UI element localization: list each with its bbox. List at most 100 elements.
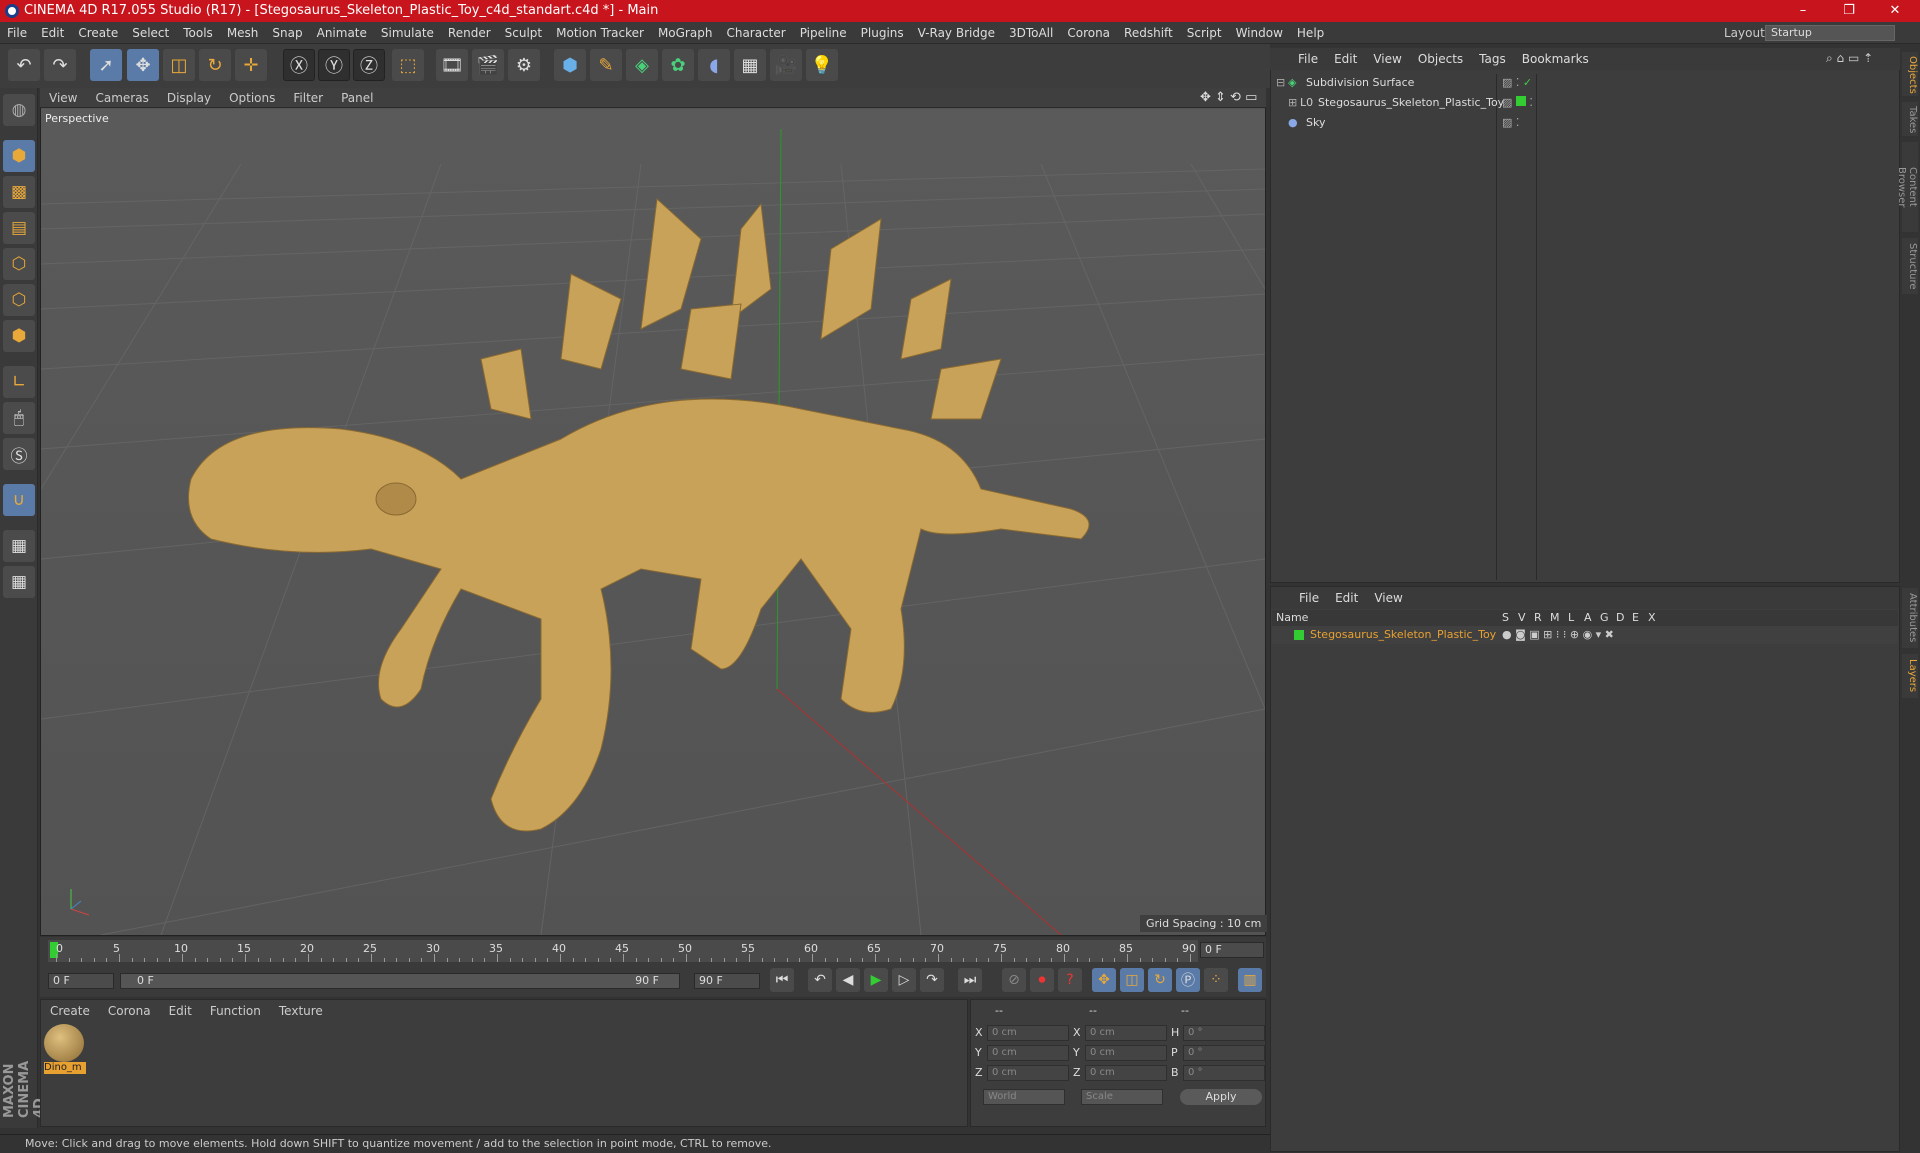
next-frame-icon[interactable]: ▷ <box>892 968 916 992</box>
layer-color-swatch[interactable] <box>1294 630 1304 640</box>
obj-menu-tags[interactable]: Tags <box>1471 48 1514 70</box>
tab-layers[interactable]: Layers <box>1902 654 1918 698</box>
menu-window[interactable]: Window <box>1229 22 1290 44</box>
collapse-icon[interactable]: ⊟ <box>1276 74 1285 92</box>
object-row[interactable]: ● Sky ▨ ⁚ <box>1272 114 1898 132</box>
make-editable-icon[interactable]: ◍ <box>3 94 35 126</box>
render-settings-icon[interactable]: ⚙ <box>508 49 540 81</box>
object-row[interactable]: ⊞ L0 Stegosaurus_Skeleton_Plastic_Toy ▨ … <box>1272 94 1898 112</box>
viewport-canvas[interactable] <box>41 109 1265 935</box>
timeline-window-icon[interactable]: ▥ <box>1238 968 1262 992</box>
rotation-b-field[interactable]: 0 ° <box>1183 1065 1265 1081</box>
next-key-icon[interactable]: ↷ <box>920 968 944 992</box>
frame-range-slider[interactable]: 0 F 90 F <box>120 973 680 989</box>
key-position-icon[interactable]: ✥ <box>1092 968 1116 992</box>
menu-vray-bridge[interactable]: V-Ray Bridge <box>911 22 1002 44</box>
object-row[interactable]: ⊟ ◈ Subdivision Surface ▨ ⁚ ✓ <box>1272 74 1898 92</box>
mat-menu-create[interactable]: Create <box>41 1000 99 1022</box>
light-icon[interactable]: 💡 <box>806 49 838 81</box>
menu-select[interactable]: Select <box>125 22 176 44</box>
position-z-field[interactable]: 0 cm <box>987 1065 1069 1081</box>
coordinate-system-icon[interactable]: ⬚ <box>392 49 424 81</box>
layer-menu-file[interactable]: File <box>1271 587 1327 609</box>
vp-menu-display[interactable]: Display <box>158 88 220 108</box>
size-x-field[interactable]: 0 cm <box>1085 1025 1167 1041</box>
layer-toggle-icons[interactable]: ● ◙ ▣ ⊞ ⁝ ⁝ ⊕ ◉ ▾ ✖ <box>1502 626 1614 644</box>
obj-menu-view[interactable]: View <box>1365 48 1409 70</box>
expand-icon[interactable]: ⊞ <box>1288 94 1297 112</box>
position-y-field[interactable]: 0 cm <box>987 1045 1069 1061</box>
render-view-icon[interactable]: 🎞 <box>436 49 468 81</box>
obj-menu-edit[interactable]: Edit <box>1326 48 1365 70</box>
timeline-ruler[interactable]: 0 5 10 15 20 25 30 35 40 45 50 55 60 65 … <box>48 940 1198 962</box>
visibility-toggle-icon[interactable]: ▨ ⁚ <box>1502 114 1519 132</box>
workplane-mode-icon[interactable]: ▤ <box>3 212 35 244</box>
previous-key-icon[interactable]: ↶ <box>808 968 832 992</box>
obj-menu-objects[interactable]: Objects <box>1410 48 1471 70</box>
redo-icon[interactable]: ↷ <box>44 49 76 81</box>
visibility-toggle-icon[interactable]: ▨ ⁚ <box>1502 94 1533 112</box>
layer-row[interactable]: Stegosaurus_Skeleton_Plastic_Toy ● ◙ ▣ ⊞… <box>1272 626 1898 644</box>
model-mode-icon[interactable]: ⬢ <box>3 140 35 172</box>
close-button[interactable]: ✕ <box>1872 0 1918 22</box>
layout-select[interactable]: Startup <box>1765 25 1895 41</box>
previous-frame-icon[interactable]: ◀ <box>836 968 860 992</box>
position-x-field[interactable]: 0 cm <box>987 1025 1069 1041</box>
undo-icon[interactable]: ↶ <box>8 49 40 81</box>
mat-menu-edit[interactable]: Edit <box>160 1000 201 1022</box>
motion-record-icon[interactable]: ⊘ <box>1002 968 1026 992</box>
layer-menu-edit[interactable]: Edit <box>1327 587 1366 609</box>
z-axis-lock-icon[interactable]: Ⓩ <box>353 49 385 81</box>
tab-attributes[interactable]: Attributes <box>1902 588 1918 648</box>
coordinate-space-select[interactable]: World <box>983 1089 1065 1105</box>
mat-menu-function[interactable]: Function <box>201 1000 270 1022</box>
vp-menu-panel[interactable]: Panel <box>332 88 382 108</box>
obj-menu-file[interactable]: File <box>1270 48 1326 70</box>
menu-edit[interactable]: Edit <box>34 22 71 44</box>
obj-menu-bookmarks[interactable]: Bookmarks <box>1514 48 1597 70</box>
menu-simulate[interactable]: Simulate <box>374 22 441 44</box>
tab-structure[interactable]: Structure <box>1902 238 1918 294</box>
key-param-icon[interactable]: Ⓟ <box>1176 968 1200 992</box>
grid-snap-icon[interactable]: ▦ <box>3 566 35 598</box>
deformer-icon[interactable]: ◖ <box>698 49 730 81</box>
key-rotation-icon[interactable]: ↻ <box>1148 968 1172 992</box>
record-active-icon[interactable]: ⏺ <box>1030 968 1054 992</box>
vp-menu-filter[interactable]: Filter <box>284 88 332 108</box>
menu-character[interactable]: Character <box>719 22 792 44</box>
tab-content-browser[interactable]: Content Browser <box>1896 142 1918 232</box>
texture-mode-icon[interactable]: ▩ <box>3 176 35 208</box>
menu-redshift[interactable]: Redshift <box>1117 22 1180 44</box>
edges-mode-icon[interactable]: ⬡ <box>3 284 35 316</box>
tweak-mode-icon[interactable]: 🖱 <box>3 402 35 434</box>
search-icon[interactable]: ⌕ ⌂ ▭ ⇡ <box>1826 51 1873 66</box>
menu-motion-tracker[interactable]: Motion Tracker <box>549 22 651 44</box>
solo-mode-icon[interactable]: Ⓢ <box>3 438 35 470</box>
pen-spline-icon[interactable]: ✎ <box>590 49 622 81</box>
floor-scene-icon[interactable]: ▦ <box>734 49 766 81</box>
x-axis-lock-icon[interactable]: Ⓧ <box>283 49 315 81</box>
start-frame-field[interactable]: 0 F <box>48 973 114 989</box>
maximize-button[interactable]: ❐ <box>1826 0 1872 22</box>
camera-icon[interactable]: 🎥 <box>770 49 802 81</box>
autokey-icon[interactable]: ? <box>1058 968 1082 992</box>
menu-script[interactable]: Script <box>1180 22 1229 44</box>
key-scale-icon[interactable]: ◫ <box>1120 968 1144 992</box>
size-y-field[interactable]: 0 cm <box>1085 1045 1167 1061</box>
vp-menu-cameras[interactable]: Cameras <box>86 88 157 108</box>
vp-menu-options[interactable]: Options <box>220 88 284 108</box>
size-mode-select[interactable]: Scale <box>1081 1089 1163 1105</box>
size-z-field[interactable]: 0 cm <box>1085 1065 1167 1081</box>
apply-button[interactable]: Apply <box>1180 1089 1262 1105</box>
play-icon[interactable]: ▶ <box>864 968 888 992</box>
go-to-end-icon[interactable]: ⏭ <box>958 968 982 992</box>
menu-plugins[interactable]: Plugins <box>854 22 911 44</box>
menu-create[interactable]: Create <box>71 22 125 44</box>
points-mode-icon[interactable]: ⬡ <box>3 248 35 280</box>
current-frame-field[interactable]: 0 F <box>1200 942 1264 958</box>
key-pla-icon[interactable]: ⁘ <box>1204 968 1228 992</box>
menu-animate[interactable]: Animate <box>310 22 374 44</box>
menu-render[interactable]: Render <box>441 22 498 44</box>
mat-menu-texture[interactable]: Texture <box>270 1000 332 1022</box>
snap-magnet-icon[interactable]: ∪ <box>3 484 35 516</box>
